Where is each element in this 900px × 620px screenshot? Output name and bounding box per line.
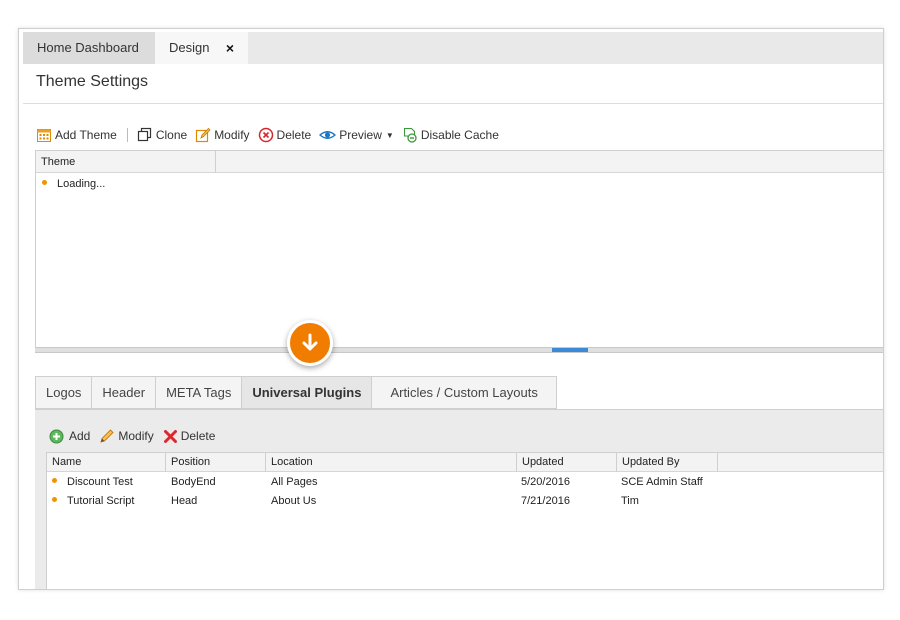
clone-button[interactable]: Clone <box>137 127 187 143</box>
toolbar-separator <box>126 128 128 142</box>
cell-position: BodyEnd <box>171 476 216 488</box>
plugins-toolbar: Add Modify Delete <box>49 428 224 444</box>
cell-position: Head <box>171 495 198 507</box>
arrow-down-icon <box>302 333 318 351</box>
theme-grid: Theme Loading... <box>35 150 883 350</box>
tab-universal-plugins[interactable]: Universal Plugins <box>241 376 372 409</box>
calendar-icon <box>37 129 51 142</box>
cell-updated-by: SCE Admin Staff <box>621 476 703 488</box>
preview-label: Preview <box>339 128 382 142</box>
add-theme-label: Add Theme <box>55 128 117 142</box>
clone-icon <box>137 127 151 142</box>
delete-circle-icon <box>258 127 273 143</box>
pane-splitter[interactable] <box>35 347 883 353</box>
delete-label: Delete <box>276 128 312 142</box>
chevron-down-icon[interactable]: ▼ <box>386 131 394 140</box>
add-plugin-button[interactable]: Add <box>49 429 90 444</box>
bullet-icon <box>42 179 47 185</box>
column-header-updated-by[interactable]: Updated By <box>617 453 718 472</box>
tab-articles-custom-layouts[interactable]: Articles / Custom Layouts <box>371 376 557 409</box>
edit-icon <box>196 127 211 143</box>
bullet-icon <box>52 473 57 492</box>
pencil-icon <box>100 429 114 443</box>
cell-location: About Us <box>271 495 317 507</box>
add-plugin-label: Add <box>69 429 91 443</box>
column-header-position[interactable]: Position <box>166 453 266 472</box>
page-title: Theme Settings <box>36 73 149 90</box>
plugins-grid: Name Position Location Updated Updated B… <box>46 452 883 589</box>
cell-location: All Pages <box>271 476 318 488</box>
loading-text: Loading... <box>57 178 106 190</box>
cell-updated-by: Tim <box>621 495 639 507</box>
modify-plugin-button[interactable]: Modify <box>99 428 154 444</box>
document-tabbar: Home Dashboard Design × <box>23 32 883 64</box>
plugins-grid-header: Name Position Location Updated Updated B… <box>47 453 883 472</box>
loading-row: Loading... <box>42 178 105 190</box>
cell-updated: 7/21/2016 <box>521 495 570 507</box>
preview-button[interactable]: Preview ▼ <box>319 127 394 143</box>
column-header-name[interactable]: Name <box>47 453 166 472</box>
universal-plugins-panel: Add Modify Delete Name Position Location… <box>35 409 883 589</box>
tab-home-dashboard[interactable]: Home Dashboard <box>23 32 155 64</box>
add-theme-button[interactable]: Add Theme <box>36 127 117 143</box>
theme-grid-header: Theme <box>36 151 883 173</box>
delete-x-icon <box>163 429 177 443</box>
splitter-handle[interactable] <box>552 348 588 352</box>
cell-updated: 5/20/2016 <box>521 476 570 488</box>
cell-name: Discount Test <box>67 476 133 488</box>
delete-plugin-label: Delete <box>180 429 216 443</box>
column-header-updated[interactable]: Updated <box>517 453 617 472</box>
tab-design-label: Design <box>169 40 210 55</box>
delete-plugin-button[interactable]: Delete <box>163 429 216 444</box>
modify-plugin-label: Modify <box>118 429 154 443</box>
scroll-down-button[interactable] <box>287 320 333 366</box>
column-header-theme[interactable]: Theme <box>36 151 216 173</box>
bullet-icon <box>52 492 57 511</box>
theme-toolbar: Add Theme Clone Modify Delete Preview ▼ … <box>36 125 507 145</box>
delete-button[interactable]: Delete <box>258 127 312 143</box>
tab-header[interactable]: Header <box>91 376 156 409</box>
tab-logos[interactable]: Logos <box>35 376 92 409</box>
disable-cache-button[interactable]: Disable Cache <box>402 127 499 143</box>
column-header-location[interactable]: Location <box>266 453 517 472</box>
design-subtabs: Logos Header META Tags Universal Plugins… <box>35 376 557 409</box>
table-row[interactable]: Tutorial Script Head About Us 7/21/2016 … <box>47 492 883 511</box>
eye-icon <box>319 131 337 139</box>
modify-button[interactable]: Modify <box>195 127 250 143</box>
table-row[interactable]: Discount Test BodyEnd All Pages 5/20/201… <box>47 473 883 492</box>
close-icon[interactable]: × <box>226 32 234 64</box>
window-frame: Home Dashboard Design × Theme Settings A… <box>18 28 884 590</box>
tab-design[interactable]: Design × <box>155 32 248 64</box>
cell-name: Tutorial Script <box>67 495 135 507</box>
cache-icon <box>403 127 417 143</box>
tab-home-dashboard-label: Home Dashboard <box>37 40 139 55</box>
add-circle-icon <box>49 429 64 443</box>
modify-label: Modify <box>214 128 250 142</box>
title-divider <box>23 103 883 104</box>
disable-cache-label: Disable Cache <box>420 128 499 142</box>
tab-meta-tags[interactable]: META Tags <box>155 376 242 409</box>
clone-label: Clone <box>155 128 188 142</box>
